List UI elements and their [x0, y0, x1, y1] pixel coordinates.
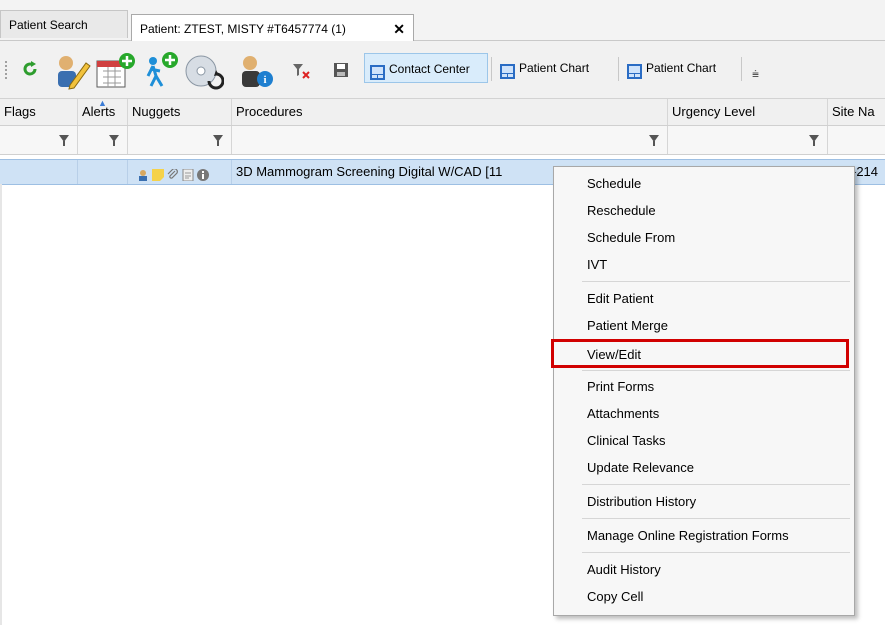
svg-text:i: i — [263, 74, 266, 86]
tab-patient-label: Patient: ZTEST, MISTY #T6457774 (1) — [140, 22, 346, 36]
filter-cell-nuggets[interactable] — [128, 126, 232, 154]
column-site-name[interactable]: Site Na — [828, 99, 885, 125]
document-icon[interactable] — [182, 165, 194, 182]
menu-item-copy-cell[interactable]: Copy Cell — [555, 583, 851, 610]
filter-cell-procedures[interactable] — [232, 126, 668, 154]
contact-center-label: Contact Center — [389, 62, 470, 76]
filter-cell-flags[interactable] — [0, 126, 78, 154]
filter-icon[interactable] — [649, 135, 659, 146]
toolbar-overflow-icon[interactable]: ⩧ — [752, 67, 759, 82]
cell-alerts — [78, 160, 128, 184]
column-nuggets[interactable]: Nuggets — [128, 99, 232, 125]
menu-item-audit-history[interactable]: Audit History — [555, 556, 851, 583]
toolbar-divider — [491, 57, 492, 81]
paperclip-icon[interactable] — [167, 165, 179, 179]
clear-filter-icon[interactable] — [292, 63, 310, 79]
note-nugget-icon[interactable] — [152, 165, 164, 181]
menu-separator — [582, 552, 850, 553]
filter-icon[interactable] — [809, 135, 819, 146]
menu-separator — [582, 370, 850, 371]
column-alerts[interactable]: Alerts ▲ — [78, 98, 128, 125]
patient-chart-button-2[interactable]: Patient Chart — [622, 53, 740, 83]
close-icon[interactable]: ✕ — [393, 15, 405, 43]
info-icon[interactable] — [197, 165, 209, 181]
tab-bar: Patient Search Patient: ZTEST, MISTY #T6… — [0, 0, 885, 42]
filter-cell-alerts[interactable] — [78, 126, 128, 154]
filter-cell-urgency[interactable] — [668, 126, 828, 154]
doctor-nugget-icon[interactable] — [137, 165, 149, 181]
menu-item-attachments[interactable]: Attachments — [555, 400, 851, 427]
filter-icon[interactable] — [213, 135, 223, 146]
menu-item-manage-online-registration-forms[interactable]: Manage Online Registration Forms — [555, 522, 851, 549]
menu-item-edit-patient[interactable]: Edit Patient — [555, 285, 851, 312]
toolbar-grip-icon[interactable] — [5, 61, 11, 79]
patient-chart-icon — [500, 60, 515, 79]
add-calendar-icon[interactable] — [95, 51, 137, 91]
tab-patient-search[interactable]: Patient Search — [0, 10, 128, 38]
grid-header: Flags Alerts ▲ Nuggets Procedures Urgenc… — [0, 98, 885, 126]
menu-item-update-relevance[interactable]: Update Relevance — [555, 454, 851, 481]
menu-item-schedule[interactable]: Schedule — [555, 170, 851, 197]
menu-item-ivt[interactable]: IVT — [555, 251, 851, 278]
contact-center-button[interactable]: Contact Center — [364, 53, 488, 83]
disc-refresh-icon[interactable] — [182, 51, 224, 91]
menu-item-schedule-from[interactable]: Schedule From — [555, 224, 851, 251]
menu-separator — [582, 518, 850, 519]
patient-chart-label: Patient Chart — [519, 61, 590, 75]
context-menu: Schedule Reschedule Schedule From IVT Ed… — [553, 166, 855, 616]
toolbar: i Contact Center Patient Chart Patient C… — [0, 41, 885, 99]
tab-patient-record[interactable]: Patient: ZTEST, MISTY #T6457774 (1) ✕ — [131, 14, 414, 42]
column-flags[interactable]: Flags — [0, 99, 78, 125]
cell-flags — [0, 160, 78, 184]
filter-icon[interactable] — [109, 135, 119, 146]
save-icon[interactable] — [333, 62, 349, 78]
filter-cell-site[interactable] — [828, 126, 885, 154]
menu-separator — [582, 281, 850, 282]
filter-row — [0, 126, 885, 155]
patient-chart-label-2: Patient Chart — [646, 61, 717, 75]
sort-ascending-icon: ▲ — [98, 98, 107, 108]
column-urgency-level[interactable]: Urgency Level — [668, 99, 828, 125]
toolbar-divider — [741, 57, 742, 81]
refresh-icon[interactable] — [20, 59, 40, 79]
view-edit-highlight-box — [551, 339, 849, 368]
menu-item-patient-merge[interactable]: Patient Merge — [555, 312, 851, 339]
cell-site: -214 — [852, 164, 879, 179]
menu-item-distribution-history[interactable]: Distribution History — [555, 488, 851, 515]
menu-item-print-forms[interactable]: Print Forms — [555, 373, 851, 400]
add-walker-icon[interactable] — [138, 51, 180, 91]
filter-icon[interactable] — [59, 135, 69, 146]
contact-center-icon — [370, 61, 385, 80]
menu-item-clinical-tasks[interactable]: Clinical Tasks — [555, 427, 851, 454]
edit-patient-icon[interactable] — [52, 51, 92, 91]
cell-nuggets — [128, 160, 232, 184]
patient-info-icon[interactable]: i — [235, 51, 277, 91]
menu-separator — [582, 484, 850, 485]
patient-chart-button[interactable]: Patient Chart — [495, 53, 615, 83]
patient-chart-icon — [627, 60, 642, 79]
column-procedures[interactable]: Procedures — [232, 99, 668, 125]
toolbar-divider — [618, 57, 619, 81]
grid-left-border — [0, 184, 2, 625]
menu-item-reschedule[interactable]: Reschedule — [555, 197, 851, 224]
